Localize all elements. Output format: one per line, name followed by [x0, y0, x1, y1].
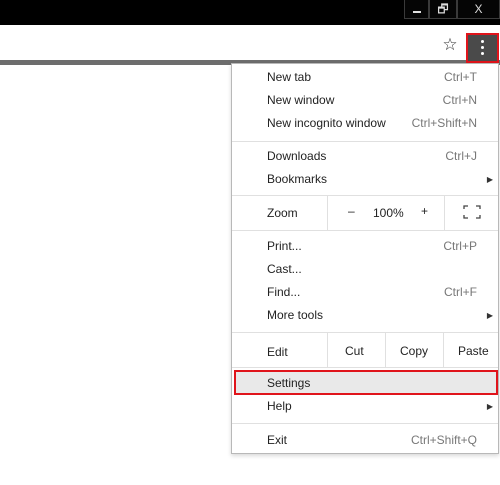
submenu-arrow-icon: ▶: [486, 311, 493, 320]
fullscreen-icon[interactable]: [463, 205, 481, 219]
menu-item-label: Cast...: [267, 262, 302, 276]
menu-item-shortcut: Ctrl+J: [445, 149, 477, 163]
menu-item-label: New window: [267, 93, 335, 107]
edit-divider: [385, 333, 386, 367]
menu-item-shortcut: Ctrl+N: [442, 93, 477, 107]
minimize-icon: [412, 11, 421, 13]
paste-button[interactable]: Paste: [458, 344, 489, 358]
menu-item-shortcut: Ctrl+F: [444, 285, 477, 299]
zoom-out-button[interactable]: –: [348, 204, 355, 218]
zoom-divider: [444, 196, 445, 230]
menu-item-print[interactable]: Print... Ctrl+P: [232, 235, 498, 258]
edit-divider: [443, 333, 444, 367]
menu-item-cast[interactable]: Cast...: [232, 258, 498, 281]
restore-button[interactable]: 🗗: [429, 0, 457, 19]
menu-separator: [232, 423, 498, 424]
menu-item-more-tools[interactable]: More tools ▶: [232, 304, 498, 327]
menu-item-find[interactable]: Find... Ctrl+F: [232, 281, 498, 304]
submenu-arrow-icon: ▶: [486, 175, 493, 184]
menu-item-new-incognito-window[interactable]: New incognito window Ctrl+Shift+N: [232, 112, 498, 135]
close-button[interactable]: X: [457, 0, 500, 19]
minimize-button[interactable]: [404, 0, 429, 19]
menu-separator: [232, 367, 498, 368]
cut-button[interactable]: Cut: [345, 344, 364, 358]
menu-item-label: More tools: [267, 308, 324, 322]
vertical-ellipsis-icon: [481, 40, 485, 58]
edit-divider: [327, 333, 328, 367]
menu-item-bookmarks[interactable]: Bookmarks ▶: [232, 168, 498, 191]
menu-item-label: New tab: [267, 70, 312, 84]
menu-item-help[interactable]: Help ▶: [232, 395, 498, 418]
menu-separator: [232, 230, 498, 231]
menu-item-exit[interactable]: Exit Ctrl+Shift+Q: [232, 429, 498, 452]
menu-item-downloads[interactable]: Downloads Ctrl+J: [232, 145, 498, 168]
menu-item-new-window[interactable]: New window Ctrl+N: [232, 89, 498, 112]
menu-item-label: New incognito window: [267, 116, 386, 130]
restore-icon: 🗗: [437, 2, 449, 16]
zoom-divider: [327, 196, 328, 230]
chrome-menu-button[interactable]: [466, 33, 499, 63]
menu-item-label: Settings: [267, 376, 311, 390]
menu-item-new-tab[interactable]: New tab Ctrl+T: [232, 66, 498, 89]
menu-item-label: Help: [267, 399, 292, 413]
chrome-main-menu: New tab Ctrl+T New window Ctrl+N New inc…: [231, 63, 499, 454]
menu-item-label: Print...: [267, 239, 302, 253]
menu-item-label: Exit: [267, 433, 288, 447]
copy-button[interactable]: Copy: [400, 344, 428, 358]
menu-separator: [232, 141, 498, 142]
menu-item-shortcut: Ctrl+T: [444, 70, 477, 84]
edit-label: Edit: [267, 345, 288, 359]
close-icon: X: [474, 2, 483, 16]
menu-item-label: Downloads: [267, 149, 327, 163]
menu-item-shortcut: Ctrl+Shift+N: [411, 116, 477, 130]
menu-item-shortcut: Ctrl+P: [443, 239, 477, 253]
zoom-label: Zoom: [267, 206, 298, 220]
zoom-level-value: 100%: [373, 206, 404, 220]
address-toolbar: [0, 25, 500, 65]
menu-item-label: Bookmarks: [267, 172, 328, 186]
zoom-in-button[interactable]: +: [421, 204, 428, 218]
menu-item-label: Find...: [267, 285, 301, 299]
window-title-bar: 🗗 X: [0, 0, 500, 25]
zoom-row: Zoom – 100% +: [232, 196, 498, 230]
menu-item-settings[interactable]: Settings: [232, 372, 498, 395]
submenu-arrow-icon: ▶: [486, 402, 493, 411]
edit-row: Edit Cut Copy Paste: [232, 333, 498, 367]
menu-item-shortcut: Ctrl+Shift+Q: [410, 433, 477, 447]
bookmark-star-icon[interactable]: ☆: [441, 36, 459, 54]
